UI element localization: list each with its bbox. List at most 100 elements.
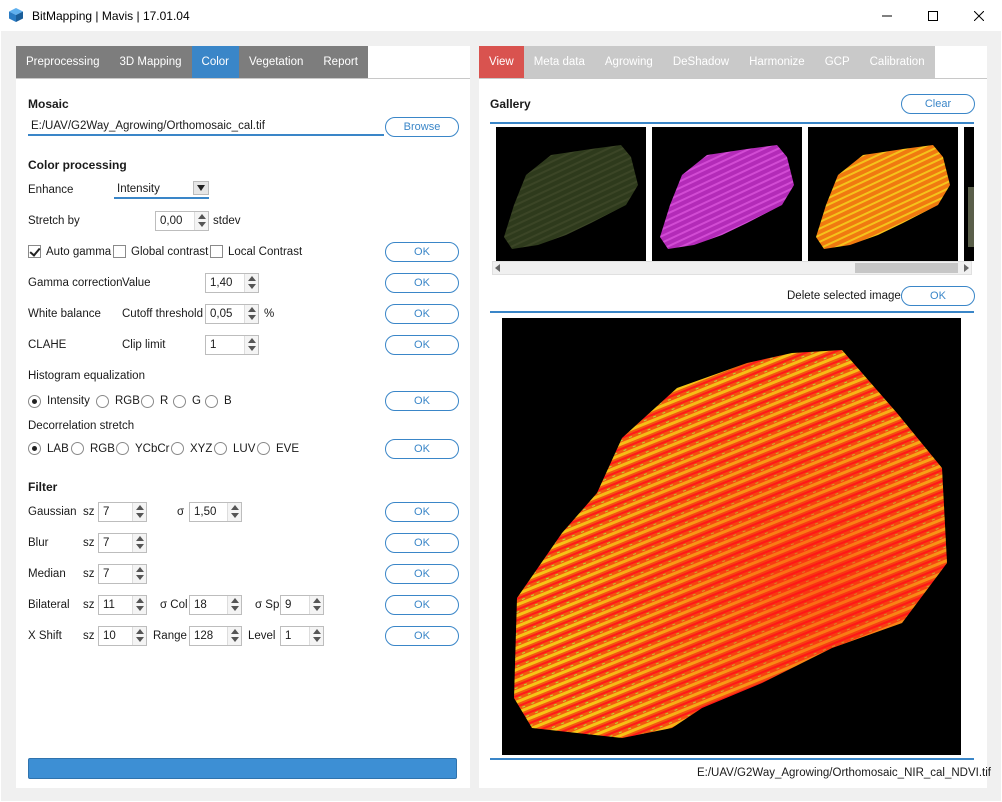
auto-gamma-checkbox[interactable] [28, 245, 41, 258]
gamma-ok-button[interactable]: OK [385, 273, 459, 293]
minimize-button[interactable] [864, 0, 910, 31]
bilateral-sz-spinbox[interactable]: 11 [98, 595, 147, 615]
browse-button[interactable]: Browse [385, 117, 459, 137]
spin-arrows-icon[interactable] [309, 627, 323, 645]
decor-radio-lab[interactable] [28, 442, 41, 455]
gaussian-sigma-spinbox[interactable]: 1,50 [189, 502, 242, 522]
blur-sz-value: 7 [103, 537, 110, 549]
field-thumbnail-ndvi-image [816, 145, 950, 249]
scroll-right-icon[interactable] [964, 264, 969, 272]
local-contrast-checkbox[interactable] [210, 245, 223, 258]
close-button[interactable] [956, 0, 1002, 31]
stretch-spinbox[interactable]: 0,00 [155, 211, 209, 231]
decor-option-lab: LAB [47, 443, 69, 455]
bilateral-col-spinbox[interactable]: 18 [189, 595, 242, 615]
tab-preprocessing[interactable]: Preprocessing [16, 46, 110, 78]
white-balance-ok-button[interactable]: OK [385, 304, 459, 324]
color-processing-heading: Color processing [28, 158, 127, 172]
spin-arrows-icon[interactable] [132, 503, 146, 521]
bilateral-sp-spinbox[interactable]: 9 [280, 595, 324, 615]
xshift-level-spinbox[interactable]: 1 [280, 626, 324, 646]
gallery-thumbnail-nir[interactable] [652, 127, 802, 261]
field-thumbnail-nir-image [660, 145, 794, 249]
tab-report[interactable]: Report [313, 46, 368, 78]
white-balance-unit: % [264, 308, 275, 320]
gamma-spinbox[interactable]: 1,40 [205, 273, 259, 293]
spin-arrows-icon[interactable] [244, 336, 258, 354]
xshift-level-label: Level [248, 630, 276, 642]
tab-calibration[interactable]: Calibration [860, 46, 935, 78]
tab-meta-data[interactable]: Meta data [524, 46, 595, 78]
blur-sz-spinbox[interactable]: 7 [98, 533, 147, 553]
stretch-unit: stdev [213, 215, 241, 227]
spin-arrows-icon[interactable] [132, 596, 146, 614]
mosaic-path-field[interactable]: E:/UAV/G2Way_Agrowing/Orthomosaic_cal.ti… [31, 120, 265, 132]
global-contrast-label: Global contrast [131, 246, 209, 258]
decor-radio-xyz[interactable] [171, 442, 184, 455]
global-contrast-checkbox[interactable] [113, 245, 126, 258]
xshift-range-spinbox[interactable]: 128 [189, 626, 242, 646]
gaussian-label: Gaussian [28, 506, 77, 518]
xshift-sz-spinbox[interactable]: 10 [98, 626, 147, 646]
gamma-value: 1,40 [210, 277, 233, 289]
spin-arrows-icon[interactable] [227, 503, 241, 521]
bilateral-ok-button[interactable]: OK [385, 595, 459, 615]
spin-arrows-icon[interactable] [244, 305, 258, 323]
hist-radio-r[interactable] [141, 395, 154, 408]
tab-vegetation[interactable]: Vegetation [239, 46, 313, 78]
scroll-left-icon[interactable] [495, 264, 500, 272]
spin-arrows-icon[interactable] [244, 274, 258, 292]
auto-gamma-ok-button[interactable]: OK [385, 242, 459, 262]
decorrelation-ok-button[interactable]: OK [385, 439, 459, 459]
median-ok-button[interactable]: OK [385, 564, 459, 584]
gallery-thumbnail-rgb[interactable] [496, 127, 646, 261]
decor-radio-eve[interactable] [257, 442, 270, 455]
scroll-thumb[interactable] [855, 263, 958, 273]
tab-3d-mapping[interactable]: 3D Mapping [110, 46, 192, 78]
clahe-value: 1 [210, 339, 217, 351]
bilateral-sp-value: 9 [285, 599, 292, 611]
tab-agrowing[interactable]: Agrowing [595, 46, 663, 78]
spin-arrows-icon[interactable] [132, 565, 146, 583]
gallery-thumbnail-partial[interactable] [964, 127, 974, 261]
hist-radio-b[interactable] [205, 395, 218, 408]
tab-view[interactable]: View [479, 46, 524, 78]
white-balance-spinbox[interactable]: 0,05 [205, 304, 259, 324]
filter-heading: Filter [28, 480, 58, 494]
enhance-dropdown[interactable]: Intensity [114, 180, 209, 198]
clahe-ok-button[interactable]: OK [385, 335, 459, 355]
maximize-button[interactable] [910, 0, 956, 31]
hist-radio-rgb[interactable] [96, 395, 109, 408]
spin-arrows-icon[interactable] [194, 212, 208, 230]
gamma-value-label: Value [122, 277, 151, 289]
gallery-thumbnail-ndvi[interactable] [808, 127, 958, 261]
decor-radio-luv[interactable] [214, 442, 227, 455]
decor-radio-ycbcr[interactable] [116, 442, 129, 455]
spin-arrows-icon[interactable] [132, 627, 146, 645]
clear-gallery-button[interactable]: Clear [901, 94, 975, 114]
hist-radio-intensity[interactable] [28, 395, 41, 408]
tab-deshadow[interactable]: DeShadow [663, 46, 739, 78]
clip-limit-label: Clip limit [122, 339, 166, 351]
spin-arrows-icon[interactable] [227, 627, 241, 645]
spin-arrows-icon[interactable] [309, 596, 323, 614]
tab-gcp[interactable]: GCP [815, 46, 860, 78]
clahe-spinbox[interactable]: 1 [205, 335, 259, 355]
gaussian-sz-spinbox[interactable]: 7 [98, 502, 147, 522]
median-sz-spinbox[interactable]: 7 [98, 564, 147, 584]
decor-radio-rgb[interactable] [71, 442, 84, 455]
hist-radio-g[interactable] [173, 395, 186, 408]
tab-color[interactable]: Color [191, 46, 240, 78]
spin-arrows-icon[interactable] [132, 534, 146, 552]
title-bar: BitMapping | Mavis | 17.01.04 [0, 0, 1002, 31]
delete-selected-ok-button[interactable]: OK [901, 286, 975, 306]
spin-arrows-icon[interactable] [227, 596, 241, 614]
gallery-top-line [490, 122, 974, 124]
field-thumbnail-rgb-image [504, 145, 638, 249]
tab-harmonize[interactable]: Harmonize [739, 46, 815, 78]
gallery-scrollbar[interactable] [492, 261, 972, 275]
xshift-ok-button[interactable]: OK [385, 626, 459, 646]
blur-ok-button[interactable]: OK [385, 533, 459, 553]
histogram-ok-button[interactable]: OK [385, 391, 459, 411]
gaussian-ok-button[interactable]: OK [385, 502, 459, 522]
